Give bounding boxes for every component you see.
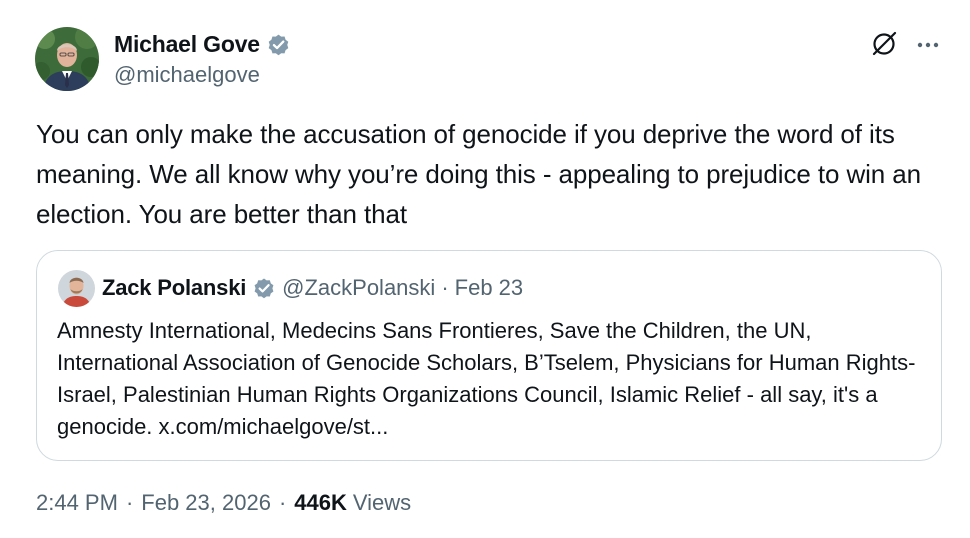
author-avatar[interactable] — [35, 27, 99, 91]
author-name-row: Michael Gove — [114, 29, 291, 59]
quote-author-avatar[interactable] — [58, 270, 95, 307]
author-name[interactable]: Michael Gove — [114, 31, 260, 58]
quote-author-handle[interactable]: @ZackPolanski — [282, 275, 435, 301]
more-options-icon[interactable] — [914, 30, 942, 58]
quote-separator: · — [441, 275, 449, 300]
quoted-tweet[interactable]: Zack Polanski @ZackPolanski · Feb 23 Amn… — [36, 250, 942, 461]
meta-separator: · — [278, 490, 287, 515]
tweet-text: You can only make the accusation of geno… — [36, 119, 929, 229]
quote-avatar-image — [58, 270, 95, 307]
verified-badge-icon[interactable] — [266, 32, 291, 57]
tweet-meta: 2:44 PM · Feb 23, 2026 · 446K Views — [36, 490, 411, 516]
views-label: Views — [352, 490, 412, 515]
author-handle[interactable]: @michaelgove — [114, 62, 260, 88]
verified-badge-icon[interactable] — [252, 276, 276, 300]
tweet-date[interactable]: Feb 23, 2026 — [141, 490, 271, 516]
quote-author-name[interactable]: Zack Polanski — [102, 275, 246, 301]
meta-separator: · — [125, 490, 134, 515]
quote-date[interactable]: Feb 23 — [455, 275, 524, 301]
tweet-card: Michael Gove @michaelgove You can only m… — [0, 0, 970, 538]
quote-header: Zack Polanski @ZackPolanski · Feb 23 — [102, 273, 523, 303]
avatar-image — [35, 27, 99, 91]
quote-text: Amnesty International, Medecins Sans Fro… — [57, 318, 916, 439]
grok-icon[interactable] — [870, 28, 900, 58]
tweet-time[interactable]: 2:44 PM — [36, 490, 118, 516]
views-count: 446K — [294, 490, 347, 515]
